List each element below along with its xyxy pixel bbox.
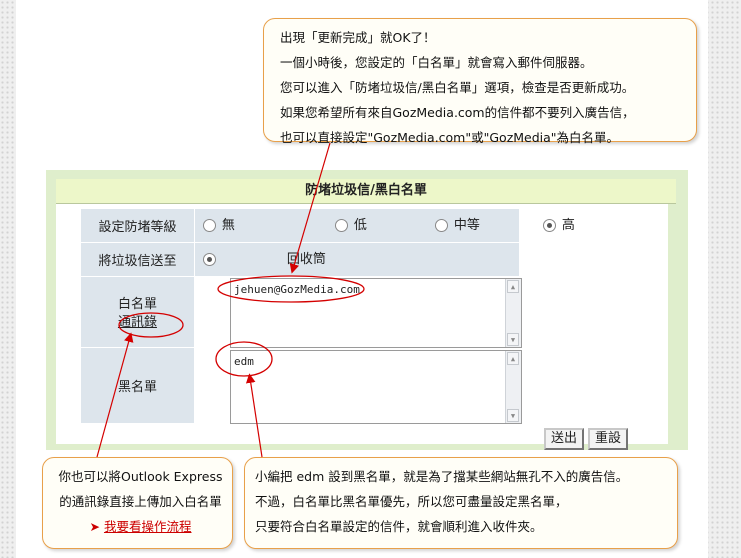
scroll-up-icon[interactable]: ▲ (507, 352, 519, 365)
scroll-up-icon[interactable]: ▲ (507, 280, 519, 293)
callout-line: 也可以直接設定"GozMedia.com"或"GozMedia"為白名單。 (280, 130, 620, 145)
flow-link-row: ➤ 我要看操作流程 (49, 514, 232, 539)
level-options: 無 低 中等 高 (193, 208, 575, 243)
whitelist-scrollbar[interactable]: ▲ ▼ (505, 279, 521, 347)
blacklist-value: edm (234, 355, 254, 368)
blacklist-label: 黑名單 (80, 347, 195, 424)
contacts-link[interactable]: 通訊錄 (81, 314, 194, 332)
callout-line: 你也可以將Outlook Express (58, 469, 223, 484)
radio-icon[interactable] (334, 219, 348, 232)
whitelist-label: 白名單 (117, 297, 157, 312)
spam-filter-form: 設定防堵等級 無 低 中等 高 將垃圾信送至 回收筒 白名單 通訊錄 黑名單 j… (56, 204, 668, 450)
level-option-high[interactable]: 高 (542, 209, 575, 243)
spam-filter-panel: 防堵垃圾信/黑白名單 設定防堵等級 無 低 中等 高 將垃圾信送至 回收筒 白名… (46, 170, 688, 450)
callout-line: 只要符合白名單設定的信件，就會順利進入收件夾。 (255, 519, 543, 534)
whitelist-cell: 白名單 通訊錄 (80, 276, 195, 348)
level-option-label: 低 (353, 218, 367, 233)
scroll-down-icon[interactable]: ▼ (507, 409, 519, 422)
panel-title: 防堵垃圾信/黑白名單 (56, 179, 676, 204)
callout-line: 不過，白名單比黑名單優先，所以您可盡量設定黑名單， (255, 494, 568, 509)
submit-button[interactable]: 送出 (544, 428, 585, 450)
view-procedure-link[interactable]: 我要看操作流程 (104, 519, 192, 534)
callout-update-complete: 出現「更新完成」就OK了！ 一個小時後，您設定的「白名單」就會寫入郵件伺服器。 … (263, 18, 697, 145)
callout-outlook-import: 你也可以將Outlook Express 的通訊錄直接上傳加入白名單 ➤ 我要看… (42, 457, 233, 549)
callout-line: 小編把 edm 設到黑名單，就是為了擋某些網站無孔不入的廣告信。 (255, 469, 629, 484)
callout-line: 的通訊錄直接上傳加入白名單 (59, 494, 222, 509)
radio-icon[interactable] (202, 219, 216, 232)
trash-label: 回收筒 (286, 252, 326, 267)
spam-destination-label: 將垃圾信送至 (80, 242, 195, 277)
blacklist-textarea[interactable]: edm ▲ ▼ (230, 350, 522, 424)
blacklist-scrollbar[interactable]: ▲ ▼ (505, 351, 521, 423)
whitelist-value: jehuen@GozMedia.com (234, 283, 360, 296)
level-option-label: 無 (221, 218, 235, 233)
radio-selected-icon[interactable] (202, 253, 216, 266)
reset-button[interactable]: 重設 (588, 428, 629, 450)
level-option-label: 高 (561, 218, 575, 233)
level-label: 設定防堵等級 (80, 208, 195, 243)
scroll-down-icon[interactable]: ▼ (507, 333, 519, 346)
callout-line: 您可以進入「防堵垃圾信/黑白名單」選項，檢查是否更新成功。 (280, 80, 635, 95)
callout-line: 出現「更新完成」就OK了！ (280, 30, 436, 45)
level-option-low[interactable]: 低 (334, 209, 367, 243)
callout-line: 如果您希望所有來自GozMedia.com的信件都不要列入廣告信， (280, 105, 635, 120)
spam-destination-options: 回收筒 (193, 242, 521, 277)
level-option-medium[interactable]: 中等 (434, 209, 480, 243)
radio-icon[interactable] (434, 219, 448, 232)
spam-destination-trash[interactable] (202, 243, 222, 277)
level-option-none[interactable]: 無 (202, 209, 235, 243)
arrow-marker-icon: ➤ (89, 519, 100, 534)
radio-selected-icon[interactable] (542, 219, 556, 232)
level-option-label: 中等 (453, 218, 480, 233)
whitelist-textarea[interactable]: jehuen@GozMedia.com ▲ ▼ (230, 278, 522, 348)
callout-blacklist-tip: 小編把 edm 設到黑名單，就是為了擋某些網站無孔不入的廣告信。 不過，白名單比… (244, 457, 678, 549)
callout-line: 一個小時後，您設定的「白名單」就會寫入郵件伺服器。 (280, 55, 593, 70)
